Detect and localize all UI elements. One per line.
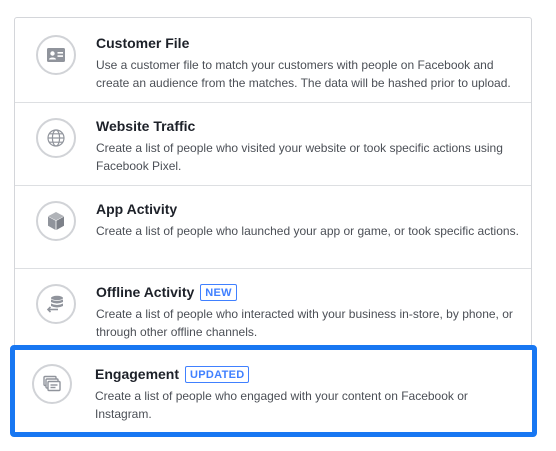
option-description: Create a list of people who visited your… — [96, 141, 503, 173]
option-title: Offline Activity NEW — [96, 284, 237, 301]
option-app-activity[interactable]: App Activity Create a list of people who… — [15, 186, 531, 269]
database-arrow-icon — [36, 284, 76, 324]
option-customer-file[interactable]: Customer File Use a customer file to mat… — [15, 18, 531, 103]
stacked-cards-icon — [32, 364, 72, 404]
option-title: Customer File — [96, 35, 190, 51]
option-description: Create a list of people who launched you… — [96, 224, 519, 238]
cube-icon — [36, 201, 76, 241]
updated-badge: UPDATED — [185, 366, 250, 383]
option-description: Create a list of people who engaged with… — [95, 389, 468, 421]
option-offline-activity[interactable]: Offline Activity NEW Create a list of peo… — [15, 269, 531, 352]
option-title: Engagement UPDATED — [95, 366, 250, 383]
contact-card-icon — [36, 35, 76, 75]
new-badge: NEW — [200, 284, 237, 301]
option-title-text: Offline Activity — [96, 284, 195, 300]
option-description: Create a list of people who interacted w… — [96, 307, 513, 339]
option-website-traffic[interactable]: Website Traffic Create a list of people … — [15, 103, 531, 186]
option-title: App Activity — [96, 201, 178, 217]
option-title-text: Engagement — [95, 366, 180, 382]
option-engagement[interactable]: Engagement UPDATED Create a list of peopl… — [10, 345, 537, 437]
option-title: Website Traffic — [96, 118, 196, 134]
globe-icon — [36, 118, 76, 158]
option-description: Use a customer file to match your custom… — [96, 58, 511, 90]
